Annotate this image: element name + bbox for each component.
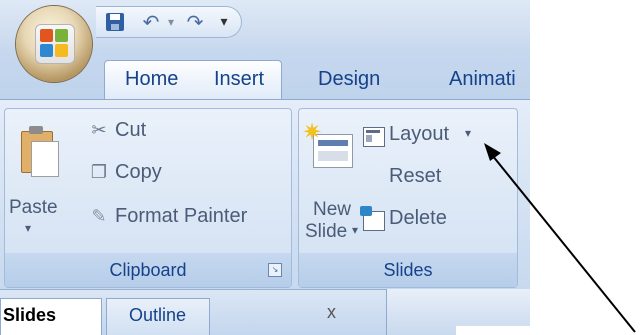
clipboard-group-label: Clipboard bbox=[5, 253, 291, 287]
format-painter-label: Format Painter bbox=[115, 205, 248, 227]
layout-button[interactable]: Layout ▾ bbox=[299, 111, 509, 151]
reset-label: Reset bbox=[389, 165, 442, 187]
tab-animations[interactable]: Animati bbox=[449, 68, 516, 91]
copy-button[interactable]: ❐ Copy bbox=[79, 157, 269, 193]
office-button[interactable] bbox=[16, 6, 92, 82]
undo-dropdown[interactable]: ▾ bbox=[164, 7, 178, 37]
layout-icon bbox=[363, 127, 385, 147]
tab-design[interactable]: Design bbox=[318, 68, 380, 91]
tab-insert[interactable]: Insert bbox=[214, 68, 264, 91]
tab-home[interactable]: Home bbox=[125, 68, 178, 91]
format-painter-button[interactable]: ✎ Format Painter bbox=[79, 201, 279, 237]
undo-icon: ↶ bbox=[142, 10, 160, 34]
quick-access-toolbar: ↶ ▾ ↷ ▾ bbox=[96, 6, 242, 38]
tab-outline[interactable]: Outline bbox=[106, 298, 210, 335]
powerpoint-window: ↶ ▾ ↷ ▾ Home Insert Design Animati Paste… bbox=[0, 0, 530, 335]
tab-slides[interactable]: Slides bbox=[0, 298, 102, 335]
copy-icon: ❐ bbox=[90, 162, 108, 183]
save-button[interactable] bbox=[96, 7, 134, 37]
paste-button[interactable]: Paste ▾ bbox=[9, 111, 73, 251]
slides-group: ✷ New Slide ▾ Layout ▾ Reset ✖ Delete bbox=[298, 108, 518, 316]
redo-icon: ↷ bbox=[186, 10, 204, 34]
chevron-down-icon: ▾ bbox=[167, 15, 175, 29]
annotated-screenshot: ↶ ▾ ↷ ▾ Home Insert Design Animati Paste… bbox=[0, 0, 643, 335]
tab-slides-label: Slides bbox=[3, 305, 57, 325]
copy-label: Copy bbox=[115, 161, 162, 183]
scissors-icon: ✂ bbox=[91, 120, 107, 141]
customize-qat-button[interactable]: ▾ bbox=[214, 7, 234, 37]
clipboard-launcher-icon[interactable]: ↘ bbox=[268, 263, 282, 277]
cut-label: Cut bbox=[115, 119, 147, 141]
office-logo-icon bbox=[35, 24, 75, 64]
delete-label: Delete bbox=[389, 207, 447, 229]
paintbrush-icon: ✎ bbox=[91, 206, 107, 227]
tab-outline-label: Outline bbox=[129, 305, 187, 325]
paste-label: Paste bbox=[9, 197, 58, 218]
chevron-down-icon: ▾ bbox=[25, 221, 32, 235]
slides-group-label: Slides bbox=[299, 253, 517, 287]
reset-button[interactable]: Reset bbox=[299, 153, 509, 231]
undo-button[interactable]: ↶ bbox=[136, 7, 166, 37]
ribbon: Paste ▾ ✂ Cut ❐ Copy ✎ Format Painter Cl… bbox=[0, 99, 530, 316]
redo-button[interactable]: ↷ bbox=[180, 7, 210, 37]
close-pane-icon[interactable]: x bbox=[327, 302, 336, 323]
layout-label: Layout bbox=[389, 123, 450, 145]
chevron-down-icon: ▾ bbox=[465, 126, 472, 140]
chevron-down-icon: ▾ bbox=[220, 14, 228, 30]
delete-button[interactable]: ✖ Delete bbox=[299, 195, 509, 316]
cut-button[interactable]: ✂ Cut bbox=[79, 115, 269, 151]
save-icon bbox=[106, 13, 124, 31]
clipboard-group: Paste ▾ ✂ Cut ❐ Copy ✎ Format Painter Cl… bbox=[4, 108, 292, 288]
